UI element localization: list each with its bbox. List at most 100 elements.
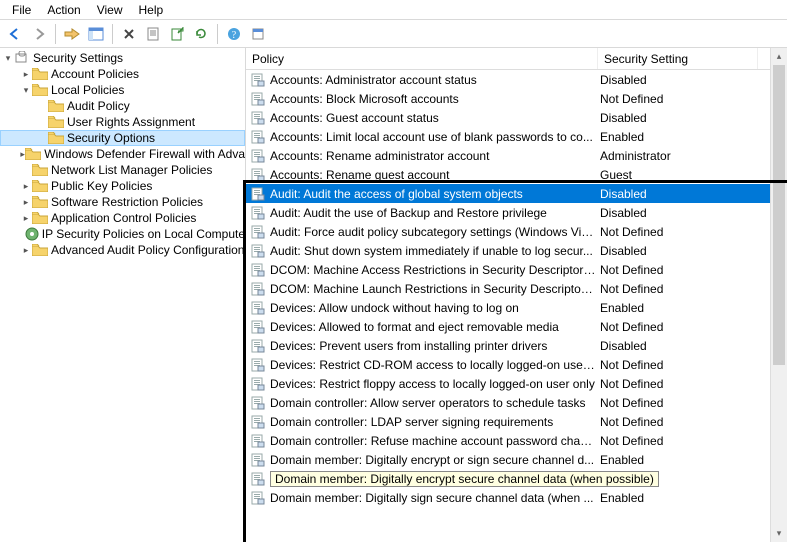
list-row[interactable]: Accounts: Rename administrator accountAd…	[246, 146, 787, 165]
folder-icon	[32, 179, 48, 193]
refresh-button[interactable]	[190, 23, 212, 45]
policy-setting: Not Defined	[600, 225, 663, 239]
policy-name: Devices: Restrict floppy access to local…	[270, 377, 600, 391]
tree-item[interactable]: ▸Account Policies	[0, 66, 245, 82]
export-button[interactable]	[166, 23, 188, 45]
menu-file[interactable]: File	[4, 2, 39, 18]
policy-icon	[250, 148, 266, 164]
policy-setting: Disabled	[600, 339, 647, 353]
tree-item[interactable]: ·User Rights Assignment	[0, 114, 245, 130]
tree-root[interactable]: ▾ Security Settings	[0, 50, 245, 66]
list-row[interactable]: Devices: Restrict floppy access to local…	[246, 374, 787, 393]
list-row[interactable]: Devices: Allowed to format and eject rem…	[246, 317, 787, 336]
delete-button[interactable]	[118, 23, 140, 45]
expand-icon[interactable]: ▾	[2, 53, 14, 64]
menu-help[interactable]: Help	[131, 2, 172, 18]
expand-icon[interactable]: ▸	[20, 213, 32, 224]
policy-name: DCOM: Machine Access Restrictions in Sec…	[270, 263, 600, 277]
tree-item[interactable]: ·Network List Manager Policies	[0, 162, 245, 178]
policy-icon	[250, 262, 266, 278]
list-row[interactable]: Accounts: Block Microsoft accountsNot De…	[246, 89, 787, 108]
list-row[interactable]: Domain controller: Refuse machine accoun…	[246, 431, 787, 450]
policy-setting: Disabled	[600, 206, 647, 220]
column-policy[interactable]: Policy	[246, 48, 598, 69]
properties-button[interactable]	[142, 23, 164, 45]
security-icon	[14, 51, 30, 65]
tree-item-label: Application Control Policies	[51, 211, 196, 225]
help-button[interactable]: ?	[223, 23, 245, 45]
folder-icon	[48, 115, 64, 129]
list-row[interactable]: Audit: Shut down system immediately if u…	[246, 241, 787, 260]
tree-item[interactable]: ·Security Options	[0, 130, 245, 146]
policy-name: Accounts: Administrator account status	[270, 73, 600, 87]
tree-item[interactable]: · Audit Policy	[0, 98, 245, 114]
show-hide-tree-button[interactable]	[85, 23, 107, 45]
list-row[interactable]: Accounts: Rename guest accountGuest	[246, 165, 787, 184]
list-row[interactable]: Domain member: Digitally encrypt or sign…	[246, 450, 787, 469]
expand-icon[interactable]: ·	[36, 117, 48, 127]
tree-item[interactable]: ▸Software Restriction Policies	[0, 194, 245, 210]
tree-item[interactable]: ▸ Application Control Policies	[0, 210, 245, 226]
list-row[interactable]: Accounts: Guest account statusDisabled	[246, 108, 787, 127]
list-row[interactable]: DCOM: Machine Access Restrictions in Sec…	[246, 260, 787, 279]
tree-item[interactable]: ▸Advanced Audit Policy Configuration	[0, 242, 245, 258]
tree-item-label: Audit Policy	[67, 99, 130, 113]
policy-icon	[250, 281, 266, 297]
list-row[interactable]: Domain member: Digitally sign secure cha…	[246, 488, 787, 507]
menu-view[interactable]: View	[89, 2, 131, 18]
scroll-thumb[interactable]	[773, 65, 785, 365]
tree-pane[interactable]: ▾ Security Settings ▸Account Policies▾Lo…	[0, 48, 246, 542]
list-row[interactable]: Accounts: Administrator account statusDi…	[246, 70, 787, 89]
policy-name: Audit: Force audit policy subcategory se…	[270, 225, 600, 239]
list-row[interactable]: Audit: Force audit policy subcategory se…	[246, 222, 787, 241]
tree-item[interactable]: ▸ Public Key Policies	[0, 178, 245, 194]
tree-item-label: Public Key Policies	[51, 179, 152, 193]
expand-icon[interactable]: ·	[36, 133, 48, 143]
expand-icon[interactable]: ·	[20, 165, 32, 175]
list-row[interactable]: DCOM: Machine Launch Restrictions in Sec…	[246, 279, 787, 298]
forward-button[interactable]	[28, 23, 50, 45]
policy-setting: Not Defined	[600, 377, 663, 391]
list-row[interactable]: Audit: Audit the access of global system…	[246, 184, 787, 203]
policy-setting: Not Defined	[600, 282, 663, 296]
list-row[interactable]: Domain controller: Allow server operator…	[246, 393, 787, 412]
list-row[interactable]: Devices: Allow undock without having to …	[246, 298, 787, 317]
policy-name: Devices: Prevent users from installing p…	[270, 339, 600, 353]
policy-setting: Enabled	[600, 130, 644, 144]
expand-icon[interactable]: ▸	[20, 69, 32, 80]
folder-icon	[25, 227, 39, 241]
expand-icon[interactable]: ·	[36, 101, 48, 111]
list-row[interactable]: Accounts: Limit local account use of bla…	[246, 127, 787, 146]
menu-action[interactable]: Action	[39, 2, 88, 18]
column-setting[interactable]: Security Setting	[598, 48, 758, 69]
policy-name: Domain member: Digitally sign secure cha…	[270, 491, 600, 505]
policy-name: Domain member: Digitally encrypt secure …	[270, 471, 659, 487]
expand-icon[interactable]: ▾	[20, 85, 32, 96]
tree-item[interactable]: ·IP Security Policies on Local Compute	[0, 226, 245, 242]
tree-item[interactable]: ▾Local Policies	[0, 82, 245, 98]
expand-icon[interactable]: ▸	[20, 197, 32, 208]
list-row[interactable]: Domain controller: LDAP server signing r…	[246, 412, 787, 431]
scroll-up-icon[interactable]: ▴	[771, 48, 787, 65]
list-row[interactable]: Devices: Prevent users from installing p…	[246, 336, 787, 355]
expand-icon[interactable]: ▸	[20, 245, 32, 256]
up-button[interactable]	[61, 23, 83, 45]
tree-item[interactable]: ▸Windows Defender Firewall with Adva	[0, 146, 245, 162]
list-row[interactable]: Audit: Audit the use of Backup and Resto…	[246, 203, 787, 222]
policy-setting: Guest	[600, 168, 632, 182]
policy-setting: Not Defined	[600, 263, 663, 277]
back-button[interactable]	[4, 23, 26, 45]
scroll-down-icon[interactable]: ▾	[771, 525, 787, 542]
list-row[interactable]: Domain member: Digitally encrypt secure …	[246, 469, 787, 488]
policy-icon	[250, 167, 266, 183]
list-body[interactable]: Accounts: Administrator account status Di…	[246, 70, 787, 540]
policy-icon	[250, 300, 266, 316]
expand-icon[interactable]: ▸	[20, 181, 32, 192]
list-row[interactable]: Devices: Restrict CD-ROM access to local…	[246, 355, 787, 374]
folder-icon	[32, 163, 48, 177]
folder-icon	[32, 83, 48, 97]
policy-icon	[250, 205, 266, 221]
manage-button[interactable]	[247, 23, 269, 45]
policy-name: Domain member: Digitally encrypt or sign…	[270, 453, 600, 467]
vertical-scrollbar[interactable]: ▴ ▾	[770, 48, 787, 542]
